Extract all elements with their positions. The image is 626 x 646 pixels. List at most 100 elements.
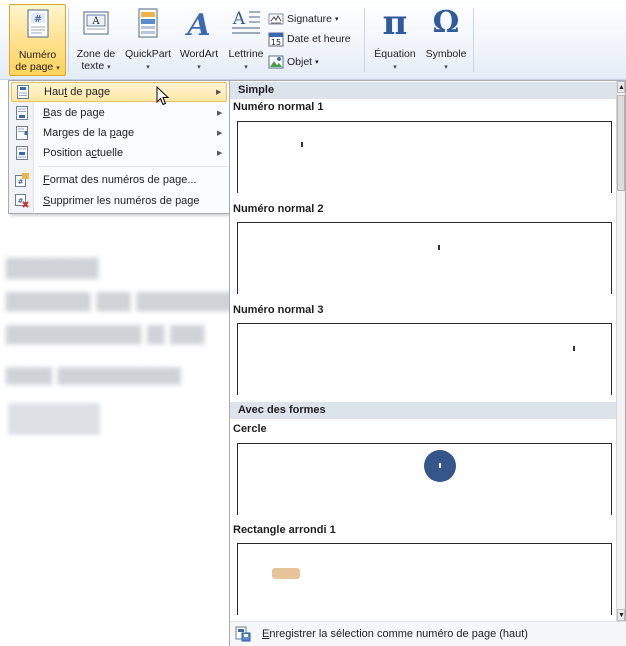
svg-text:#: # [33,14,41,25]
equation-label: Équation [374,48,416,60]
signature-button[interactable]: Signature ▾ [268,10,338,28]
signature-icon [268,13,284,25]
page-top-icon [12,82,34,102]
dropcap-button[interactable]: A Lettrine ▾ [225,4,267,76]
menu-item-remove-page-numbers[interactable]: # Supprimer les numéros de page [11,191,227,211]
page-number-marker [439,463,441,468]
page-bottom-icon [11,103,33,123]
menu-item-bottom-of-page[interactable]: Bas de page ▶ [11,103,227,123]
submenu-arrow-icon: ▶ [217,130,223,137]
chevron-down-icon: ▾ [197,64,201,71]
omega-icon: Ω [432,5,460,40]
menu-separator [39,166,227,167]
submenu-arrow-icon: ▶ [217,150,223,157]
menu-item-label: tuelle [96,147,124,159]
menu-item-label: Position a [43,147,92,159]
menu-item-label: de page [67,86,111,98]
page-number-icon: # [26,9,49,38]
svg-text:15: 15 [271,38,281,47]
chevron-down-icon: ▾ [393,64,397,71]
chevron-down-icon: ▾ [444,64,448,71]
wordart-button[interactable]: A WordArt ▾ [174,4,224,76]
gallery-scrollbar[interactable]: ▲ ▼ [616,81,625,621]
scroll-down-icon[interactable]: ▼ [617,609,625,621]
svg-text:A: A [232,9,246,29]
signature-label: Signature [287,13,332,25]
menu-item-top-of-page[interactable]: Haut de page ▶ [11,82,227,102]
ribbon-insert-group: # Numéro de page ▾ A Zone de texte ▾ Qui… [0,0,626,80]
svg-text:#: # [18,197,24,205]
text-box-icon: A [83,11,109,35]
blurred-text: ▆▆▆▆▆ [6,252,99,279]
date-time-button[interactable]: 15 Date et heure [268,30,351,48]
blurred-text: ▆▆▆▆▆▆▆▆ ▆ ▆▆ [6,319,205,344]
chevron-down-icon: ▾ [244,64,248,71]
equation-button[interactable]: π Équation ▾ [369,4,421,76]
menu-item-label: age [115,127,135,139]
object-button[interactable]: Objet ▾ [268,53,319,71]
scroll-up-icon[interactable]: ▲ [617,81,625,93]
gallery-item-plain-number-2[interactable] [237,222,612,294]
object-icon [268,55,284,69]
quickpart-icon [138,8,158,38]
gallery-item-title: Numéro normal 2 [233,203,324,215]
text-box-label-line1: Zone de [76,48,116,60]
blurred-text: ▆▆▆▆▆ ▆▆ ▆▆▆▆▆▆ [6,286,229,311]
text-box-label-line2: texte [81,60,105,72]
mouse-cursor-icon [156,86,170,106]
ribbon-separator [473,8,474,72]
gallery-item-rounded-rectangle[interactable] [237,543,612,615]
menu-item-label: Hau [44,86,65,98]
current-position-icon [11,143,33,163]
save-to-gallery-icon [235,626,251,642]
menu-item-current-position[interactable]: Position actuelle ▶ [11,143,227,163]
menu-item-format-page-numbers[interactable]: # Format des numéros de page... [11,170,227,190]
calendar-icon: 15 [268,32,284,47]
menu-item-label: upprimer les numéros de page [50,195,200,207]
svg-text:#: # [18,178,24,186]
chevron-down-icon: ▾ [334,16,339,23]
blurred-text: ▆▆▆ ▆▆▆▆▆▆▆▆ [6,363,181,385]
page-margins-icon [11,123,33,143]
page-number-button[interactable]: # Numéro de page ▾ [9,4,66,76]
ribbon-separator [68,8,69,72]
chevron-down-icon: ▾ [315,59,319,66]
date-time-label: Date et heure [287,33,351,45]
submenu-arrow-icon: ▶ [216,89,222,96]
blurred-block [8,403,100,435]
format-page-number-icon: # [11,170,33,190]
gallery-item-title: Numéro normal 1 [233,101,324,113]
gallery-item-title: Cercle [233,423,267,435]
save-selection-as-page-number-button[interactable]: Enregistrer la sélection comme numéro de… [230,621,626,646]
page-number-marker [301,142,303,147]
circle-number-shape [424,450,456,482]
gallery-section-header: Avec des formes [230,402,618,419]
page-number-menu: Haut de page ▶ Bas de page ▶ Marges de l… [8,80,230,214]
gallery-item-plain-number-1[interactable] [237,121,612,193]
page-number-label-line2: de page [15,61,54,73]
wordart-icon: A [184,8,210,39]
svg-text:A: A [184,8,210,39]
page-number-marker [573,346,575,351]
svg-text:A: A [91,16,100,27]
gallery-item-title: Rectangle arrondi 1 [233,524,336,536]
menu-item-page-margins[interactable]: Marges de la page ▶ [11,123,227,143]
gallery-item-title: Numéro normal 3 [233,304,324,316]
dropcap-label: Lettrine [228,48,264,60]
chevron-down-icon: ▾ [146,64,150,71]
symbol-button[interactable]: Ω Symbole ▾ [423,4,469,76]
menu-item-accesskey: F [43,174,50,186]
rounded-rectangle-shape [272,568,300,579]
page-number-gallery: Simple Numéro normal 1 Numéro normal 2 N… [229,80,626,646]
symbol-label: Symbole [425,48,467,60]
gallery-item-plain-number-3[interactable] [237,323,612,395]
quickpart-label: QuickPart [124,48,172,60]
gallery-section-header: Simple [230,82,618,99]
gallery-item-circle[interactable] [237,443,612,515]
text-box-button[interactable]: A Zone de texte ▾ [70,4,122,76]
submenu-arrow-icon: ▶ [217,110,223,117]
scrollbar-thumb[interactable] [617,95,625,191]
menu-item-label: as de page [50,107,105,119]
quickpart-button[interactable]: QuickPart ▾ [123,4,173,76]
footer-label: nregistrer la sélection comme numéro de … [269,628,528,640]
